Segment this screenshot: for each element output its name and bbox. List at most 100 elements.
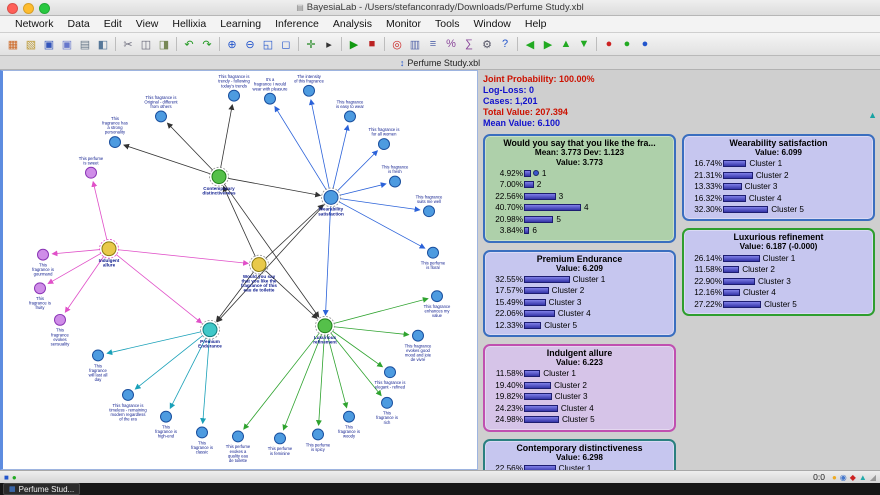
monitor-state-row[interactable]: 13.33%Cluster 3: [688, 181, 869, 193]
monitor-state-row[interactable]: 12.16%Cluster 4: [688, 287, 869, 299]
monitor-state-row[interactable]: 26.14%Cluster 1: [688, 252, 869, 264]
node-p_gourmand[interactable]: [38, 249, 49, 260]
probability-bar[interactable]: [723, 206, 768, 213]
network-edge[interactable]: [340, 184, 386, 195]
monitor-state-row[interactable]: 40.70%4: [489, 202, 670, 214]
monitor-state-row[interactable]: 22.06%Cluster 4: [489, 308, 670, 320]
network-edge[interactable]: [340, 199, 420, 210]
monitor-state-row[interactable]: 21.31%Cluster 2: [688, 169, 869, 181]
sum-icon[interactable]: ∑: [460, 35, 478, 53]
magnifier-icon[interactable]: ◉: [840, 473, 847, 482]
network-edge[interactable]: [326, 206, 331, 315]
network-edge[interactable]: [333, 126, 348, 189]
blue-state-icon[interactable]: ●: [636, 35, 654, 53]
zoom-window-button[interactable]: [39, 3, 50, 14]
graph-canvas[interactable]: Would you saythat you like thefragrance …: [0, 70, 478, 470]
probability-bar[interactable]: [723, 183, 742, 190]
print-icon[interactable]: ▤: [76, 35, 94, 53]
node-p_elegant[interactable]: [385, 367, 396, 378]
network-edge[interactable]: [118, 250, 248, 264]
network-edge[interactable]: [334, 299, 428, 324]
probability-bar[interactable]: [723, 301, 761, 308]
node-p_timeless[interactable]: [123, 389, 134, 400]
arrow-left-icon[interactable]: ◀: [521, 35, 539, 53]
monitor-state-row[interactable]: 22.90%Cluster 3: [688, 275, 869, 287]
menu-network[interactable]: Network: [8, 18, 61, 30]
node-contemporary[interactable]: [212, 170, 226, 184]
node-p_classic[interactable]: [197, 427, 208, 438]
monitor-box[interactable]: Would you say that you like the fra...Me…: [483, 134, 676, 243]
monitor-box[interactable]: Luxurious refinementValue: 6.187 (-0.000…: [682, 228, 875, 315]
probability-bar[interactable]: [524, 216, 553, 223]
notification-icon[interactable]: ●: [832, 473, 837, 482]
menu-data[interactable]: Data: [61, 18, 97, 30]
probability-bar[interactable]: [723, 278, 755, 285]
menu-analysis[interactable]: Analysis: [326, 18, 379, 30]
probability-bar[interactable]: [524, 465, 556, 470]
green-state-icon[interactable]: ●: [618, 35, 636, 53]
probability-bar[interactable]: [524, 393, 552, 400]
monitor-state-row[interactable]: 16.32%Cluster 4: [688, 192, 869, 204]
target-icon[interactable]: ◎: [388, 35, 406, 53]
monitor-state-row[interactable]: 22.56%Cluster 1: [489, 463, 670, 471]
alert-icon[interactable]: ◆: [850, 473, 856, 482]
menu-help[interactable]: Help: [518, 18, 554, 30]
close-window-button[interactable]: [7, 3, 18, 14]
node-p_pleasure[interactable]: [265, 93, 276, 104]
node-premium[interactable]: [203, 323, 217, 337]
node-q[interactable]: [252, 258, 266, 272]
network-edge[interactable]: [319, 335, 325, 425]
probability-bar[interactable]: [524, 170, 531, 177]
monitor-state-row[interactable]: 27.22%Cluster 5: [688, 298, 869, 310]
node-p_intensity[interactable]: [304, 85, 315, 96]
menu-tools[interactable]: Tools: [428, 18, 467, 30]
node-p_quality[interactable]: [233, 431, 244, 442]
network-edge[interactable]: [52, 250, 100, 254]
cut-icon[interactable]: ✂: [119, 35, 137, 53]
network-edge[interactable]: [266, 205, 323, 259]
network-edge[interactable]: [168, 123, 213, 170]
network-edge[interactable]: [228, 178, 320, 195]
stop-icon[interactable]: ■: [363, 35, 381, 53]
monitor-state-row[interactable]: 19.82%Cluster 3: [489, 391, 670, 403]
probability-bar[interactable]: [524, 227, 529, 234]
zoom-actual-icon[interactable]: ◻: [277, 35, 295, 53]
probability-bar[interactable]: [524, 204, 581, 211]
monitor-state-row[interactable]: 32.55%Cluster 1: [489, 274, 670, 286]
monitor-box[interactable]: Contemporary distinctivenessValue: 6.298…: [483, 439, 676, 470]
monitor-state-row[interactable]: 22.56%3: [489, 191, 670, 203]
minimize-window-button[interactable]: [23, 3, 34, 14]
monitor-state-row[interactable]: 7.00%2: [489, 179, 670, 191]
node-p_feminine[interactable]: [275, 433, 286, 444]
monitor-state-row[interactable]: 19.40%Cluster 2: [489, 380, 670, 392]
probability-bar[interactable]: [524, 181, 534, 188]
run-icon[interactable]: ▶: [345, 35, 363, 53]
menu-inference[interactable]: Inference: [268, 18, 326, 30]
monitor-state-row[interactable]: 11.58%Cluster 1: [489, 368, 670, 380]
monitor-state-row[interactable]: 24.23%Cluster 4: [489, 403, 670, 415]
select-arrow-icon[interactable]: ▸: [320, 35, 338, 53]
probability-bar[interactable]: [524, 287, 549, 294]
menu-learning[interactable]: Learning: [213, 18, 268, 30]
network-edge[interactable]: [332, 331, 382, 367]
node-p_allwomen[interactable]: [379, 139, 390, 150]
node-p_original[interactable]: [156, 111, 167, 122]
network-edge[interactable]: [116, 254, 201, 323]
snapshot-icon[interactable]: ◧: [94, 35, 112, 53]
monitor-state-row[interactable]: 16.74%Cluster 1: [688, 158, 869, 170]
new-network-icon[interactable]: ▦: [4, 35, 22, 53]
menu-view[interactable]: View: [129, 18, 166, 30]
network-edge[interactable]: [224, 184, 319, 317]
probability-bar[interactable]: [524, 276, 570, 283]
node-p_trendy[interactable]: [229, 90, 240, 101]
panel-toggle-icon[interactable]: ▲: [859, 473, 867, 482]
tab-perfume-study[interactable]: Perfume Study.xbl: [407, 58, 480, 68]
node-p_easy[interactable]: [345, 111, 356, 122]
probability-bar[interactable]: [723, 255, 760, 262]
probability-bar[interactable]: [524, 370, 540, 377]
probability-bar[interactable]: [723, 160, 746, 167]
copy-icon[interactable]: ◫: [137, 35, 155, 53]
probability-bar[interactable]: [723, 195, 746, 202]
network-edge[interactable]: [65, 256, 104, 312]
probability-bar[interactable]: [723, 289, 740, 296]
